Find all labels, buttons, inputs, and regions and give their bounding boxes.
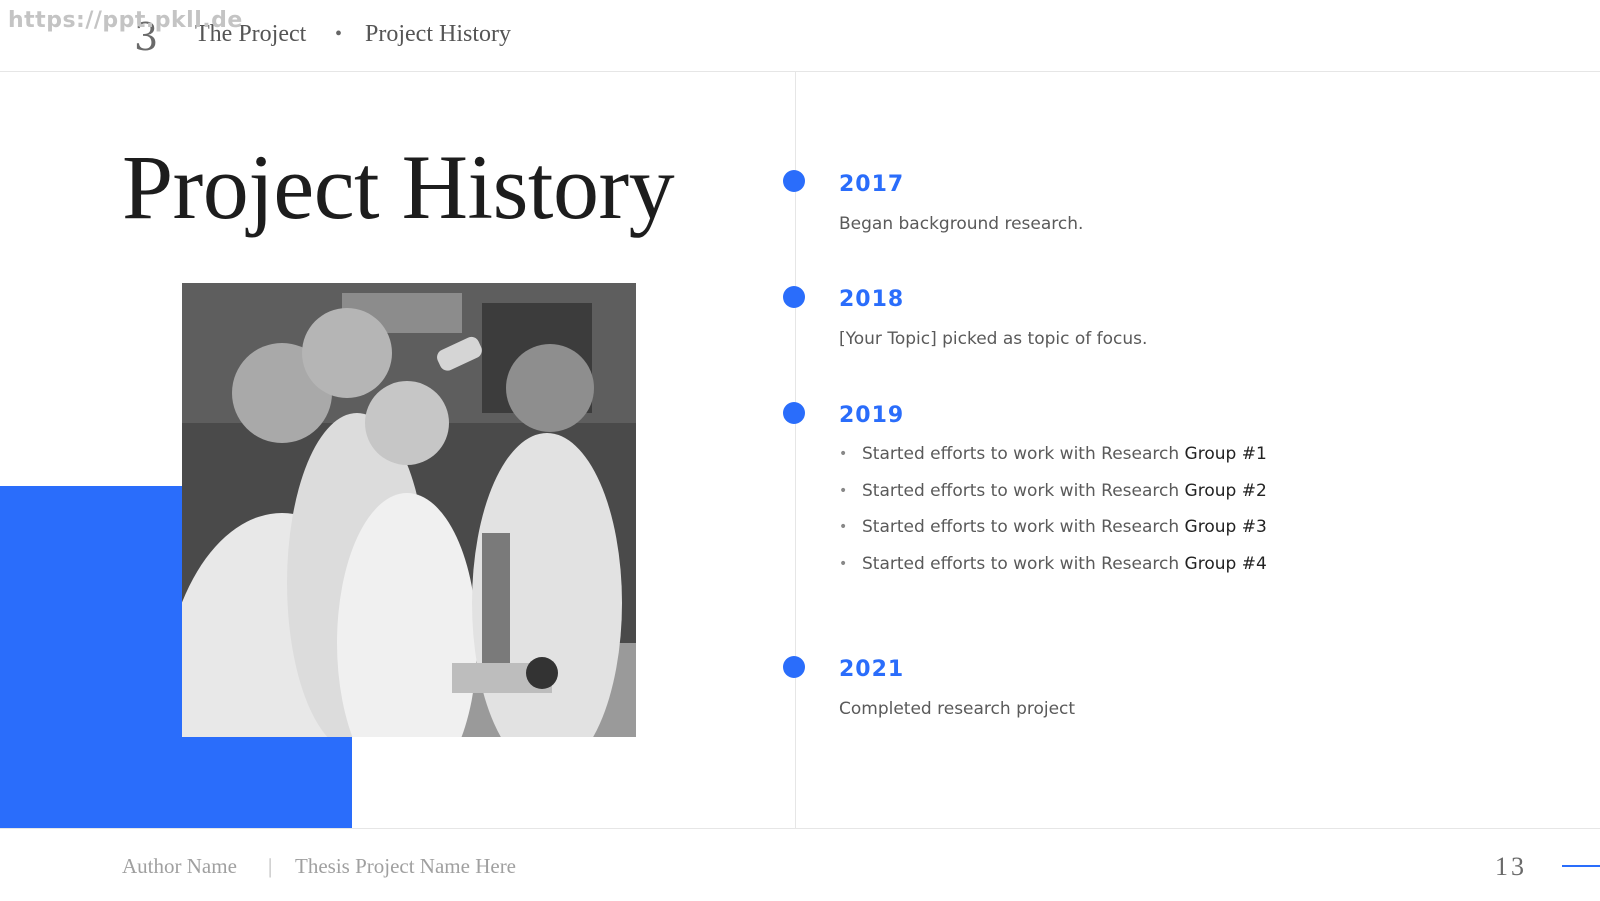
bullet-dot: • [839, 555, 848, 572]
page-title: Project History [122, 136, 675, 238]
footer-separator: | [268, 854, 273, 878]
lab-scientists-photo [182, 283, 636, 737]
list-item: • Started efforts to work with Research G… [839, 442, 1267, 479]
breadcrumb-separator: • [335, 23, 343, 45]
slide-footer [0, 828, 1600, 901]
bullet-group: Group #1 [1184, 444, 1267, 464]
timeline-year-2019: 2019 [839, 403, 905, 428]
timeline-bullets-2019: • Started efforts to work with Research G… [839, 442, 1267, 588]
bullet-text: Started efforts to work with Research [862, 553, 1185, 574]
bullet-group: Group #4 [1184, 553, 1267, 574]
photo-illustration [182, 283, 636, 737]
page-number: 13 [1495, 852, 1527, 881]
timeline-text-2017: Began background research. [839, 214, 1084, 234]
bullet-text: Started efforts to work with Research [862, 444, 1185, 464]
timeline-year-2017: 2017 [839, 172, 905, 197]
timeline-text-2018: [Your Topic] picked as topic of focus. [839, 329, 1148, 349]
timeline-dot-2018 [783, 286, 805, 308]
timeline-text-2021: Completed research project [839, 699, 1076, 719]
bullet-group: Group #2 [1184, 480, 1267, 501]
timeline-dot-2017 [783, 170, 805, 192]
bullet-text: Started efforts to work with Research [862, 480, 1185, 501]
bullet-group: Group #3 [1184, 517, 1267, 537]
bullet-dot: • [839, 519, 848, 535]
timeline-dot-2021 [783, 656, 805, 678]
breadcrumb-page: Project History [365, 21, 511, 47]
bullet-dot: • [839, 482, 848, 499]
bullet-text: Started efforts to work with Research [862, 517, 1185, 537]
watermark-url: https://ppt.pkll.de [8, 8, 243, 33]
timeline-year-2021: 2021 [839, 657, 905, 682]
list-item: • Started efforts to work with Research G… [839, 515, 1267, 552]
timeline-year-2018: 2018 [839, 287, 905, 312]
footer-project-name: Thesis Project Name Here [295, 854, 517, 878]
timeline-dot-2019 [783, 402, 805, 424]
page-number-accent-line [1562, 865, 1600, 867]
list-item: • Started efforts to work with Research G… [839, 479, 1267, 516]
bullet-dot: • [839, 446, 848, 462]
list-item: • Started efforts to work with Research G… [839, 552, 1267, 589]
footer-author: Author Name [122, 854, 237, 878]
